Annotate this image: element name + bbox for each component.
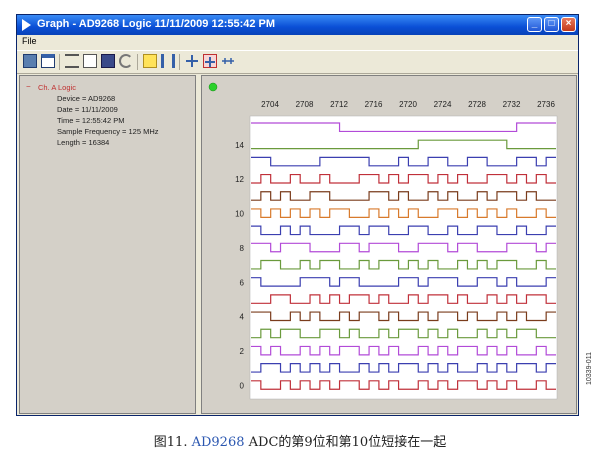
figure-code: 10339-011 [586,352,593,385]
info-time: Time = 12:55:42 PM [57,116,125,125]
menu-file[interactable]: File [22,36,37,46]
logic-waveform-plot: 2704 2708 2712 2716 2720 2724 2728 2732 2736 14 12… [208,82,558,400]
x-tick-label: 2720 [399,100,417,109]
caption-device-id: AD9268 [191,435,245,450]
y-tick-label: 14 [235,141,244,150]
plot-area [249,115,558,400]
y-tick-label: 4 [240,313,245,322]
caption-prefix: 图11. [153,435,192,450]
maximize-button[interactable]: □ [544,17,559,32]
figure-caption: 图11. AD9268 ADC的第9位和第10位短接在一起 [0,431,600,450]
x-tick-label: 2724 [434,100,452,109]
y-tick-label: 8 [240,244,245,253]
zoom-fit-icon[interactable] [203,54,217,68]
toolbar [17,50,578,74]
info-length: Length = 16384 [57,138,110,147]
close-button[interactable]: × [561,17,576,32]
columns-icon[interactable] [161,54,175,68]
graph-window: Graph - AD9268 Logic 11/11/2009 12:55:42… [16,14,579,416]
y-tick-label: 12 [235,175,244,184]
save-icon[interactable] [101,54,115,68]
play-icon [22,19,31,31]
toolbar-separator [179,54,180,70]
y-tick-label: 6 [240,278,245,287]
y-tick-label: 10 [235,210,244,219]
y-tick-label: 2 [240,347,245,356]
caption-text: ADC的第9位和第10位短接在一起 [244,435,447,450]
zoom-out-icon[interactable] [221,54,235,68]
undo-icon[interactable] [119,54,133,68]
x-tick-label: 2732 [503,100,521,109]
x-tick-label: 2728 [468,100,486,109]
collapse-toggle[interactable]: − [26,83,31,91]
channel-label[interactable]: Ch. A Logic [38,83,76,92]
window-title: Graph - AD9268 Logic 11/11/2009 12:55:42… [37,18,276,30]
minimize-button[interactable]: _ [527,17,542,32]
x-tick-label: 2736 [537,100,555,109]
x-tick-label: 2704 [261,100,279,109]
logic-plot-panel: 2704 2708 2712 2716 2720 2724 2728 2732 2736 14 12… [201,75,577,414]
zoom-in-icon[interactable] [185,54,199,68]
toolbar-separator [59,54,60,70]
window-icon[interactable] [23,54,37,68]
info-sample-frequency: Sample Frequency = 125 MHz [57,127,159,136]
y-tick-label: 0 [240,381,245,390]
title-bar[interactable]: Graph - AD9268 Logic 11/11/2009 12:55:42… [17,15,578,35]
info-date: Date = 11/11/2009 [57,105,118,114]
menu-bar: File [17,35,578,49]
x-tick-label: 2708 [296,100,314,109]
list-icon[interactable] [65,54,79,68]
window-alt-icon[interactable] [41,54,55,68]
highlight-icon[interactable] [143,54,157,68]
status-led-icon [208,82,218,92]
channel-info-panel: − Ch. A Logic Device = AD9268 Date = 11/… [19,75,196,414]
export-icon[interactable] [83,54,97,68]
info-device: Device = AD9268 [57,94,116,103]
toolbar-separator [137,54,138,70]
x-tick-label: 2716 [365,100,383,109]
x-tick-label: 2712 [330,100,348,109]
